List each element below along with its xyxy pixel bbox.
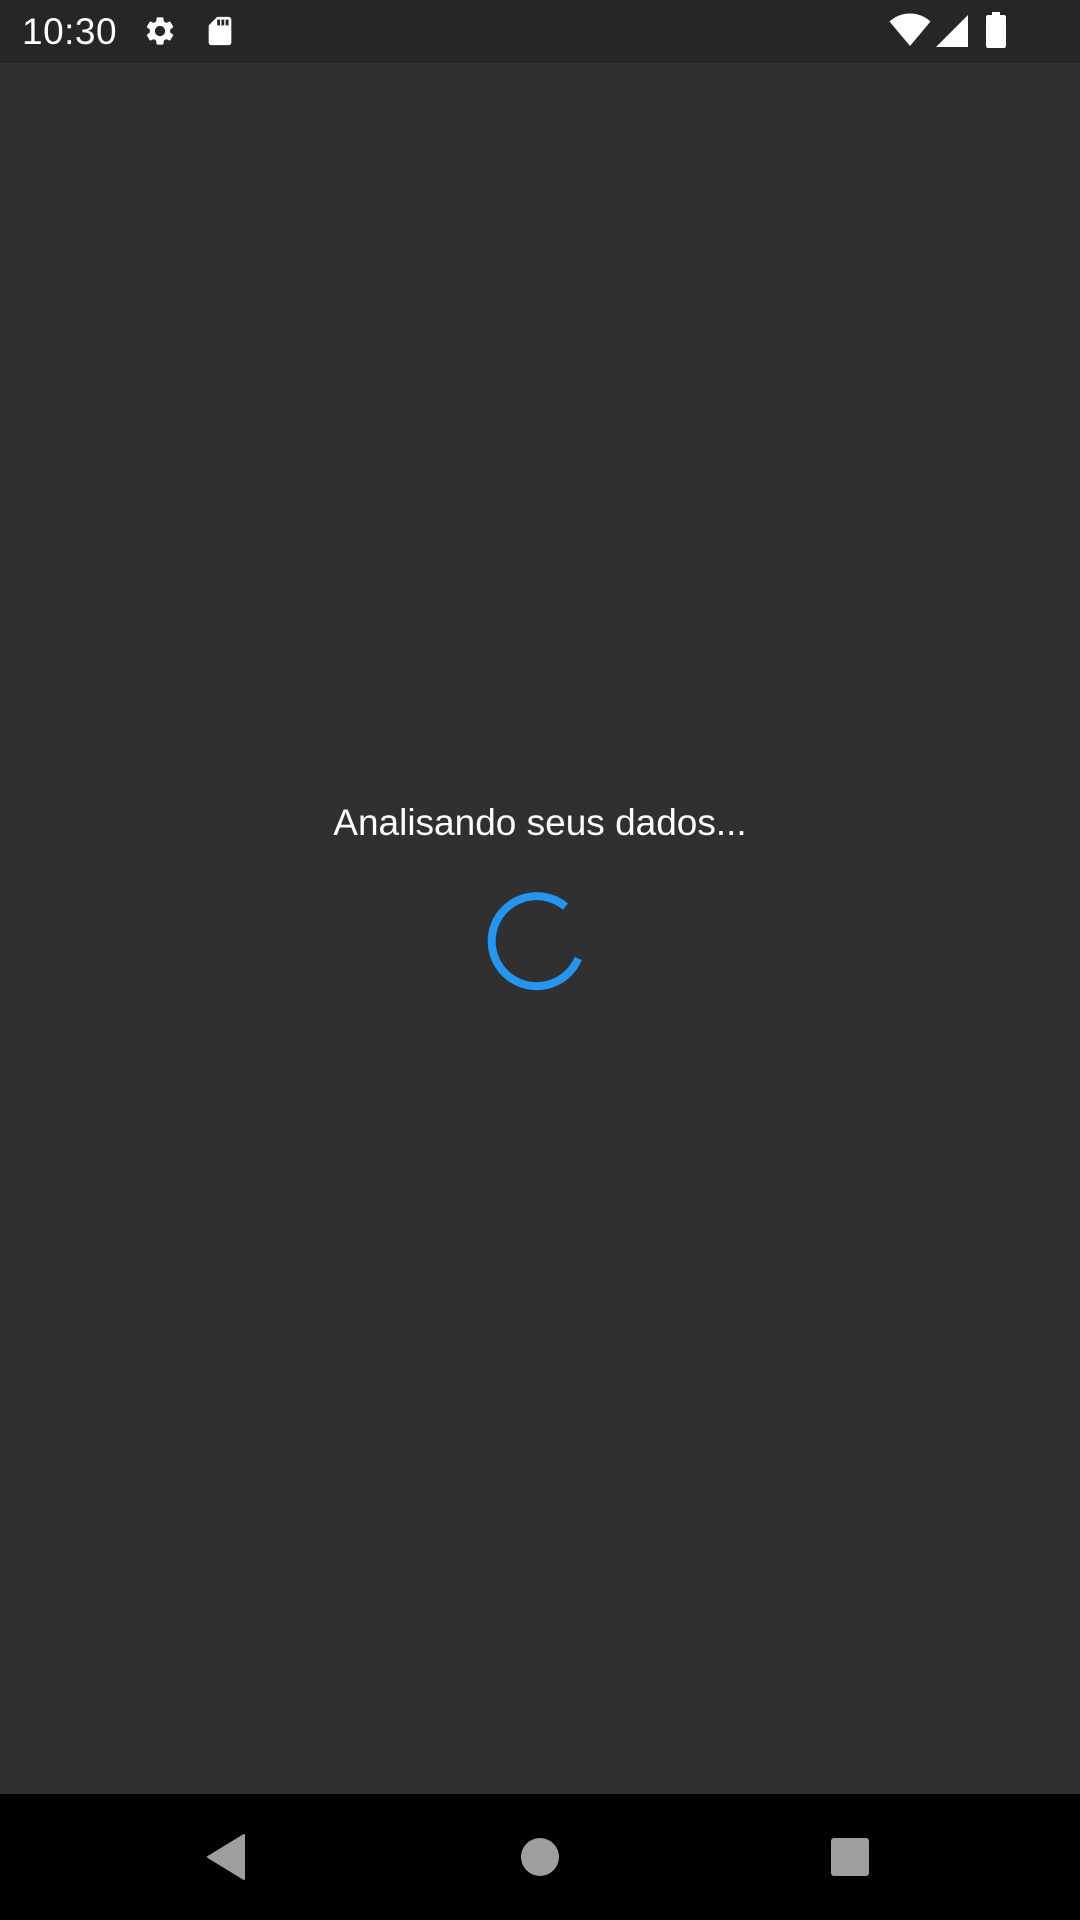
back-button[interactable] (156, 1794, 296, 1920)
gear-icon (143, 14, 177, 48)
loading-message: Analisando seus dados... (333, 802, 747, 843)
battery-icon (985, 12, 1007, 48)
navigation-bar (0, 1794, 1080, 1920)
status-time: 10:30 (22, 11, 118, 52)
recents-icon (831, 1838, 869, 1876)
wifi-icon (889, 12, 931, 48)
back-icon (207, 1834, 245, 1880)
status-bar: 10:30 (0, 0, 1080, 63)
app-screen: 10:30 Analisando seus dados... (0, 0, 1080, 1920)
recents-button[interactable] (780, 1794, 920, 1920)
home-button[interactable] (470, 1794, 610, 1920)
sd-card-icon (203, 14, 237, 48)
loading-spinner (487, 891, 591, 995)
main-content: Analisando seus dados... (0, 63, 1080, 1794)
home-icon (521, 1838, 559, 1876)
cell-signal-icon (935, 14, 969, 48)
